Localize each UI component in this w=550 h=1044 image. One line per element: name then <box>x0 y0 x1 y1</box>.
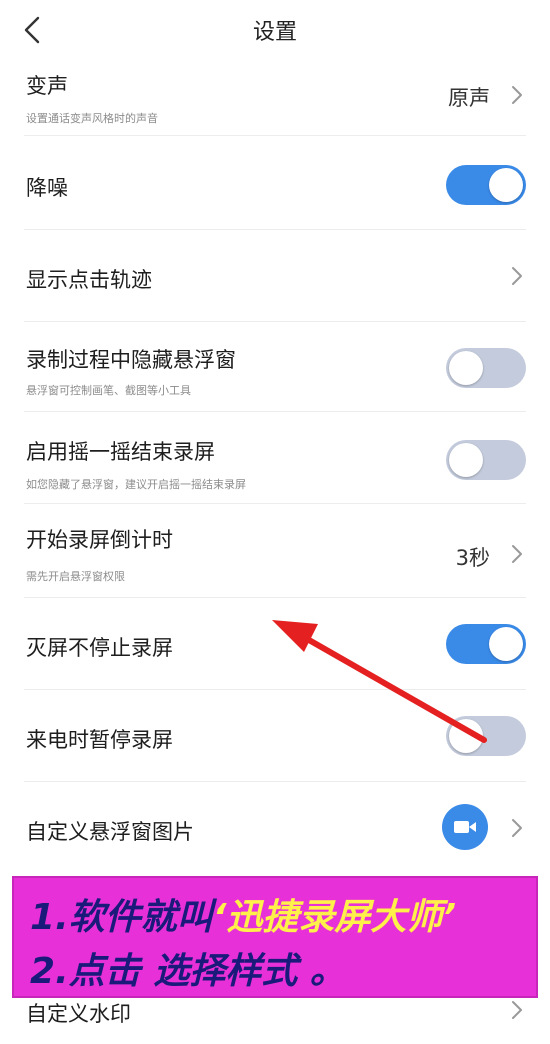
setting-label: 自定义悬浮窗图片 <box>26 820 194 844</box>
setting-value: 3秒 <box>455 546 490 570</box>
banner-line-2: 2.点击 选择样式 。 <box>30 951 346 992</box>
setting-custom-watermark[interactable]: 自定义水印 <box>0 990 550 1044</box>
noise-reduction-toggle[interactable] <box>446 165 526 205</box>
toggle-knob <box>489 627 523 661</box>
toggle-knob <box>449 351 483 385</box>
setting-label: 启用摇一摇结束录屏 <box>26 440 215 464</box>
setting-label: 降噪 <box>26 176 68 200</box>
setting-label: 自定义水印 <box>26 1002 131 1026</box>
toggle-knob <box>449 443 483 477</box>
screen-off-toggle[interactable] <box>446 624 526 664</box>
setting-label: 录制过程中隐藏悬浮窗 <box>26 348 236 372</box>
video-camera-icon <box>454 821 476 833</box>
setting-voice-change[interactable]: 变声 设置通话变声风格时的声音 原声 <box>0 60 550 136</box>
setting-show-touches[interactable]: 显示点击轨迹 <box>0 230 550 322</box>
chevron-right-icon <box>512 545 522 563</box>
setting-sub: 如您隐藏了悬浮窗，建议开启摇一摇结束录屏 <box>26 478 246 491</box>
toggle-knob <box>489 168 523 202</box>
floating-window-preview <box>442 804 488 850</box>
banner-line-1-prefix: 1.软件就叫 <box>30 897 213 938</box>
setting-custom-float-image[interactable]: 自定义悬浮窗图片 <box>0 782 550 874</box>
toggle-knob <box>449 719 483 753</box>
setting-label: 显示点击轨迹 <box>26 268 152 292</box>
annotation-banner: 1.软件就叫‘迅捷录屏大师’ 2.点击 选择样式 。 <box>12 876 538 998</box>
setting-call-pause: 来电时暂停录屏 <box>0 690 550 782</box>
setting-sub: 需先开启悬浮窗权限 <box>26 570 125 583</box>
setting-shake-stop: 启用摇一摇结束录屏 如您隐藏了悬浮窗，建议开启摇一摇结束录屏 <box>0 412 550 504</box>
setting-label: 变声 <box>26 74 68 98</box>
shake-stop-toggle[interactable] <box>446 440 526 480</box>
chevron-right-icon <box>512 819 522 837</box>
page-title: 设置 <box>252 20 297 45</box>
call-pause-toggle[interactable] <box>446 716 526 756</box>
setting-screen-off: 灭屏不停止录屏 <box>0 598 550 690</box>
top-bar: 设置 <box>0 0 550 60</box>
chevron-right-icon <box>512 267 522 285</box>
chevron-right-icon <box>512 1001 522 1019</box>
setting-label: 来电时暂停录屏 <box>26 728 173 752</box>
setting-sub: 设置通话变声风格时的声音 <box>26 112 158 125</box>
setting-noise-reduction: 降噪 <box>0 136 550 230</box>
chevron-right-icon <box>512 86 522 104</box>
setting-label: 开始录屏倒计时 <box>26 528 173 552</box>
setting-value: 原声 <box>448 86 490 110</box>
hide-floating-toggle[interactable] <box>446 348 526 388</box>
setting-countdown[interactable]: 开始录屏倒计时 需先开启悬浮窗权限 3秒 <box>0 504 550 598</box>
banner-line-1-highlight: ‘迅捷录屏大师’ <box>212 897 457 938</box>
setting-label: 灭屏不停止录屏 <box>26 636 173 660</box>
setting-sub: 悬浮窗可控制画笔、截图等小工具 <box>26 384 191 397</box>
setting-hide-floating: 录制过程中隐藏悬浮窗 悬浮窗可控制画笔、截图等小工具 <box>0 322 550 412</box>
banner-line-1: 1.软件就叫‘迅捷录屏大师’ <box>30 888 456 940</box>
